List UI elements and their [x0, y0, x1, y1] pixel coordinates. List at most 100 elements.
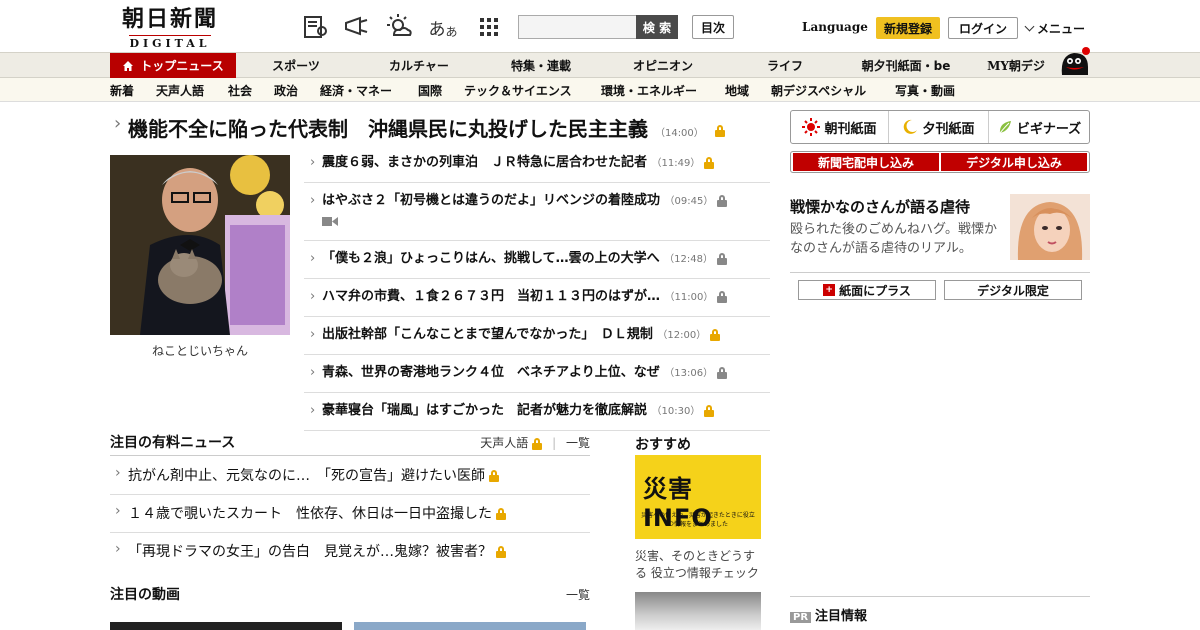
feature-text[interactable]: 殴られた後のごめんねハグ。戦慄かなのさんが語る虐待のリアル。 [790, 220, 1004, 258]
site-logo[interactable]: 朝日新聞 DIGITAL [110, 6, 230, 50]
subnav-photo-video[interactable]: 写真・動画 [895, 82, 955, 99]
photo-caption[interactable]: ねことじいちゃん [110, 342, 290, 359]
paid-news-list-link[interactable]: 一覧 [566, 436, 590, 450]
article-time: （10:30） [651, 406, 701, 417]
subnav-tenseijingo[interactable]: 天声人語 [156, 82, 204, 99]
beginners-button[interactable]: ビギナーズ [989, 111, 1089, 143]
list-item[interactable]: › 青森、世界の寄港地ランク４位 ベネチアより上位、なぜ （13:06） [304, 355, 770, 393]
digital-only-button[interactable]: デジタル限定 [944, 280, 1082, 300]
subnav-new[interactable]: 新着 [110, 82, 134, 99]
paid-news-title: 注目の有料ニュース [110, 435, 236, 451]
notice-section[interactable]: PR 注目情報 [790, 596, 1090, 624]
evening-paper-button[interactable]: 夕刊紙面 [889, 111, 989, 143]
paid-news-header: 注目の有料ニュース 天声人語 | 一覧 [110, 432, 590, 456]
morning-paper-button[interactable]: 朝刊紙面 [791, 111, 889, 143]
list-item[interactable]: › はやぶさ２「初号機とは違うのだよ」リベンジの着陸成功 （09:45） [304, 183, 770, 241]
subnav-environment[interactable]: 環境・エネルギー [601, 82, 697, 99]
headline-title: 機能不全に陥った代表制 沖縄県民に丸投げした民主主義 [128, 117, 648, 141]
article-time: （12:48） [664, 254, 713, 265]
tab-sports[interactable]: スポーツ [246, 53, 346, 78]
videos-title: 注目の動画 [110, 587, 180, 603]
paid-title: 「再現ドラマの女王」の告白 見覚えが…鬼嫁？被害者？ [128, 544, 492, 560]
evening-paper-label: 夕刊紙面 [922, 121, 975, 137]
subnav-economy[interactable]: 経済・マネー [320, 82, 392, 99]
list-item[interactable]: › 抗がん剤中止、元気なのに… 「死の宣告」避けたい医師 [110, 457, 590, 495]
article-time: （11:49） [651, 158, 701, 169]
tab-opinion[interactable]: オピニオン [613, 53, 713, 78]
headline[interactable]: 機能不全に陥った代表制 沖縄県民に丸投げした民主主義 （14:00） [128, 113, 725, 142]
list-item[interactable]: › １４歳で覗いたスカート 性依存、休日は一日中盗撮した [110, 495, 590, 533]
article-title: ハマ弁の市費、１食２６７３円 当初１１３円のはずが… [322, 289, 661, 304]
contents-button[interactable]: 目次 [692, 15, 734, 39]
article-time: （11:00） [664, 292, 714, 303]
video-thumbnail[interactable] [110, 622, 342, 630]
tab-life[interactable]: ライフ [735, 53, 835, 78]
lock-icon [717, 290, 728, 303]
subnav-politics[interactable]: 政治 [274, 82, 298, 99]
disaster-info-banner[interactable]: 災害INFO 災害への備えや、災害が起きたときに役立つ情報をまとめました [635, 455, 761, 539]
pr-badge: PR [790, 612, 812, 623]
article-time: （09:45） [664, 196, 714, 207]
subnav-international[interactable]: 国際 [418, 82, 442, 99]
recommend-caption[interactable]: 災害、そのときどうする 役立つ情報チェック [635, 548, 761, 582]
lock-icon [704, 404, 715, 417]
menu-button[interactable]: メニュー [1024, 20, 1086, 37]
menu-label: メニュー [1037, 22, 1086, 36]
list-item[interactable]: › 出版社幹部「こんなことまで望んでなかった」 ＤＬ規制 （12:00） [304, 317, 770, 355]
tab-paper-be[interactable]: 朝夕刊紙面・be [851, 53, 961, 78]
logo-ja: 朝日新聞 [121, 6, 218, 32]
banner-text: 災害への備えや、災害が起きたときに役立つ情報をまとめました [641, 512, 755, 528]
article-title: 出版社幹部「こんなことまで望んでなかった」 ＤＬ規制 [322, 327, 653, 342]
headline-chevron: › [114, 113, 122, 134]
lock-icon [710, 328, 721, 341]
search-input[interactable] [518, 15, 638, 39]
recommend-image[interactable] [635, 592, 761, 630]
list-item[interactable]: › 「僕も２浪」ひょっこりはん、挑戦して…雲の上の大学へ （12:48） [304, 241, 770, 279]
lock-icon [717, 366, 728, 379]
videos-header: 注目の動画 一覧 [110, 584, 590, 604]
megaphone-icon[interactable] [342, 12, 372, 42]
language-link[interactable]: Language [802, 20, 868, 34]
article-list: › 震度６弱、まさかの列車泊 ＪＲ特急に居合わせた記者 （11:49） › はやぶさ… [304, 145, 770, 431]
paid-news-links: 天声人語 | 一覧 [480, 436, 590, 450]
lock-icon [716, 252, 727, 265]
digital-apply-button[interactable]: デジタル申し込み [941, 153, 1087, 171]
tab-my-asadigi[interactable]: MY朝デジ [978, 53, 1054, 78]
tab-culture[interactable]: カルチャー [369, 53, 469, 78]
paid-title: １４歳で覗いたスカート 性依存、休日は一日中盗撮した [128, 506, 492, 522]
list-item[interactable]: › 震度６弱、まさかの列車泊 ＪＲ特急に居合わせた記者 （11:49） [304, 145, 770, 183]
headline-time: （14:00） [654, 128, 704, 139]
tenseijingo-link[interactable]: 天声人語 [480, 436, 528, 450]
subnav-tech-science[interactable]: テック＆サイエンス [464, 82, 572, 99]
feature-photo[interactable] [110, 155, 290, 335]
leaf-icon [999, 121, 1011, 134]
lock-icon [489, 470, 499, 482]
paper-plus-button[interactable]: + 紙面にプラス [798, 280, 936, 300]
paper-plus-icon: + [823, 284, 836, 296]
tab-features[interactable]: 特集・連載 [491, 53, 591, 78]
login-button[interactable]: ログイン [948, 17, 1018, 39]
sun-icon [802, 118, 821, 136]
weather-icon[interactable] [384, 12, 414, 42]
feature-image[interactable] [1010, 194, 1090, 260]
video-thumbnail[interactable] [354, 622, 586, 630]
lock-icon [704, 156, 715, 169]
paper-viewer-icon[interactable] [300, 12, 330, 42]
delivery-apply-button[interactable]: 新聞宅配申し込み [793, 153, 939, 171]
subnav-region[interactable]: 地域 [725, 82, 749, 99]
lock-icon [496, 546, 506, 558]
font-size-icon[interactable]: ああ [428, 12, 458, 42]
signup-button[interactable]: 新規登録 [876, 17, 940, 39]
mascot-icon[interactable] [1056, 45, 1092, 79]
subnav-society[interactable]: 社会 [228, 82, 252, 99]
list-item[interactable]: › ハマ弁の市費、１食２６７３円 当初１１３円のはずが… （11:00） [304, 279, 770, 317]
apps-grid-icon[interactable] [474, 12, 504, 42]
list-item[interactable]: › 「再現ドラマの女王」の告白 見覚えが…鬼嫁？被害者？ [110, 533, 590, 570]
feature-title[interactable]: 戦慄かなのさんが語る虐待 [790, 196, 970, 217]
home-icon [123, 60, 134, 71]
videos-list-link[interactable]: 一覧 [566, 586, 590, 603]
list-item[interactable]: › 豪華寝台「瑞風」はすごかった 記者が魅力を徹底解説 （10:30） [304, 393, 770, 431]
tab-top-news[interactable]: トップニュース [110, 53, 236, 78]
search-button[interactable]: 検 索 [636, 15, 678, 39]
subnav-special[interactable]: 朝デジスペシャル [771, 82, 866, 99]
